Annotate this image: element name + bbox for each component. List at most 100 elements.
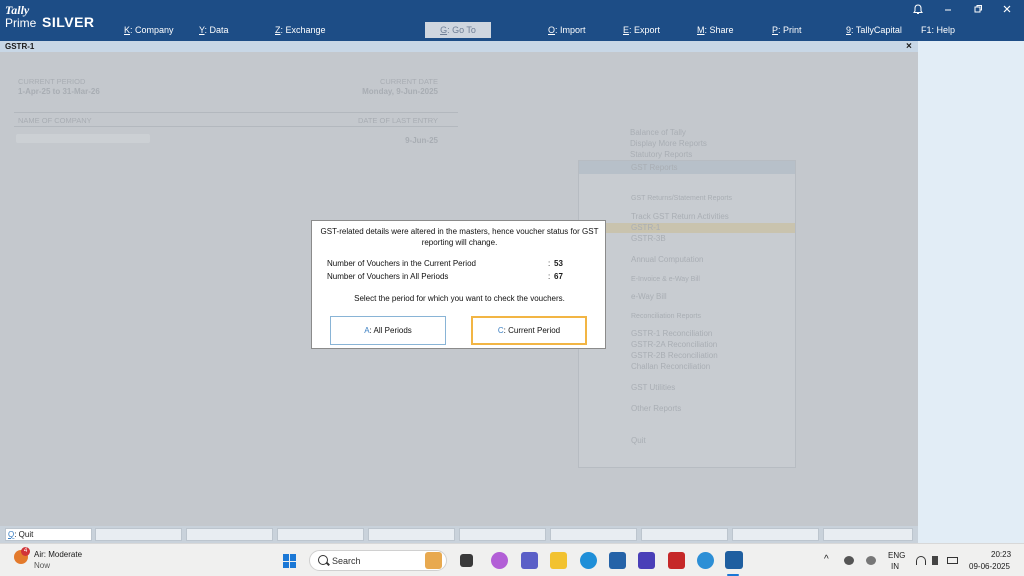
item-gstr2a-recon: GSTR-2A Reconciliation [631, 340, 718, 349]
dialog-message: GST-related details were altered in the … [320, 227, 599, 247]
item-gstr1-recon: GSTR-1 Reconciliation [631, 329, 713, 338]
group-title-ewaybill: E-Invoice & e-Way Bill [631, 276, 700, 283]
clock-date[interactable]: 09-06-2025 [969, 562, 1010, 571]
search-placeholder: Search [332, 556, 361, 566]
divider [14, 126, 458, 127]
teams-icon[interactable] [521, 552, 538, 569]
colon: : [548, 259, 551, 268]
all-periods-button[interactable]: A: All Periods [330, 316, 446, 345]
empty-button-slot [459, 528, 546, 541]
notification-bell-icon[interactable] [912, 4, 924, 16]
goto-item-balance: Balance of Tally [630, 128, 686, 137]
file-explorer-icon[interactable] [550, 552, 567, 569]
weather-badge: 4 [21, 547, 30, 556]
item-gstr1: GSTR-1 [631, 223, 661, 232]
close-window-icon[interactable] [1001, 4, 1013, 16]
current-period-value: 1-Apr-25 to 31-Mar-26 [18, 87, 100, 96]
top-menu-bar: Tally Prime SILVER K: Company Y: Data Z:… [0, 0, 1024, 41]
item-challan-recon: Challan Reconciliation [631, 362, 711, 371]
date-of-last-entry-value: 9-Jun-25 [405, 136, 438, 145]
empty-button-slot [550, 528, 637, 541]
group-title-recon: Reconciliation Reports [631, 313, 702, 320]
widgets-app-icon[interactable] [425, 552, 442, 569]
page-title: GSTR-1 [5, 42, 35, 51]
gst-reports-header: GST Reports [579, 161, 795, 174]
copilot-icon[interactable] [491, 552, 508, 569]
restore-icon[interactable] [972, 4, 984, 16]
menu-go-to[interactable]: G: Go To [425, 22, 491, 38]
empty-button-slot [95, 528, 182, 541]
edge-browser-icon[interactable] [580, 552, 597, 569]
search-icon [318, 555, 328, 565]
chevron-up-icon[interactable]: ^ [824, 554, 829, 565]
task-view-icon[interactable] [460, 554, 473, 567]
goto-item-statutory: Statutory Reports [630, 150, 693, 159]
empty-button-slot [732, 528, 819, 541]
empty-button-slot [368, 528, 455, 541]
app-icon[interactable] [638, 552, 655, 569]
store-icon[interactable] [609, 552, 626, 569]
company-name-redacted [16, 134, 150, 143]
empty-button-slot [186, 528, 273, 541]
item-gst-utilities: GST Utilities [631, 383, 676, 392]
row-current-period-label: Number of Vouchers in the Current Period [327, 259, 476, 268]
colon: : [548, 272, 551, 281]
logo-tally: Tally [5, 3, 30, 17]
language-top[interactable]: ENG [888, 551, 905, 560]
menu-share[interactable]: M: Share [697, 25, 734, 35]
wifi-icon[interactable] [916, 556, 926, 565]
item-quit: Quit [631, 436, 646, 445]
name-of-company-label: NAME OF COMPANY [18, 116, 92, 125]
divider [14, 112, 458, 113]
menu-tallycapital[interactable]: 9: TallyCapital [846, 25, 902, 35]
report-title-bar: GSTR-1 × [0, 41, 918, 52]
tally-prime-logo: Tally Prime SILVER [5, 3, 94, 30]
volume-icon[interactable] [932, 556, 938, 565]
item-gstr2b-recon: GSTR-2B Reconciliation [631, 351, 718, 360]
current-period-button[interactable]: C: Current Period [471, 316, 587, 345]
tally-prime-taskbar-icon[interactable] [725, 551, 743, 569]
battery-icon[interactable] [947, 557, 958, 564]
row-all-periods-label: Number of Vouchers in All Periods [327, 272, 449, 281]
minimize-icon[interactable] [942, 4, 954, 16]
menu-print[interactable]: P: Print [772, 25, 802, 35]
goto-item-display-more: Display More Reports [630, 139, 707, 148]
clock-time[interactable]: 20:23 [991, 550, 1011, 559]
logo-prime: Prime [5, 16, 37, 30]
weather-subtext: Now [34, 561, 51, 570]
empty-button-slot [641, 528, 728, 541]
menu-help[interactable]: F1: Help [921, 25, 955, 35]
empty-button-slot [823, 528, 913, 541]
windows-start-icon[interactable] [283, 554, 297, 568]
tray-icon[interactable] [866, 556, 876, 565]
gst-reports-panel: GST Reports GST Returns/Statement Report… [578, 160, 796, 468]
weather-text[interactable]: Air: Moderate [34, 550, 82, 559]
group-title-returns: GST Returns/Statement Reports [631, 195, 733, 202]
dialog-prompt: Select the period for which you want to … [354, 294, 565, 303]
bottom-button-bar: Q: Quit [0, 526, 918, 543]
row-all-periods-value: 67 [554, 272, 563, 281]
current-date-value: Monday, 9-Jun-2025 [362, 87, 438, 96]
current-period-label: CURRENT PERIOD [18, 77, 86, 86]
tray-icon[interactable] [844, 556, 854, 565]
menu-company[interactable]: K: Company [124, 25, 174, 35]
item-track-gst: Track GST Return Activities [631, 212, 729, 221]
menu-exchange[interactable]: Z: Exchange [275, 25, 326, 35]
menu-data[interactable]: Y: Data [199, 25, 229, 35]
edition-label: SILVER [42, 14, 95, 30]
item-gstr3b: GSTR-3B [631, 234, 666, 243]
item-annual-computation: Annual Computation [631, 255, 704, 264]
menu-export[interactable]: E: Export [623, 25, 660, 35]
item-eway-bill: e-Way Bill [631, 292, 667, 301]
menu-import[interactable]: O: Import [548, 25, 586, 35]
highlight-gstr1 [579, 223, 795, 233]
language-bottom[interactable]: IN [891, 562, 899, 571]
mcafee-icon[interactable] [668, 552, 685, 569]
app-icon[interactable] [697, 552, 714, 569]
close-report-icon[interactable]: × [906, 41, 912, 52]
quit-button[interactable]: Q: Quit [5, 528, 92, 541]
windows-taskbar: 4 Air: Moderate Now Search ^ ENG IN 20:2… [0, 543, 1024, 576]
current-date-label: CURRENT DATE [379, 77, 438, 86]
empty-button-slot [277, 528, 364, 541]
row-current-period-value: 53 [554, 259, 563, 268]
